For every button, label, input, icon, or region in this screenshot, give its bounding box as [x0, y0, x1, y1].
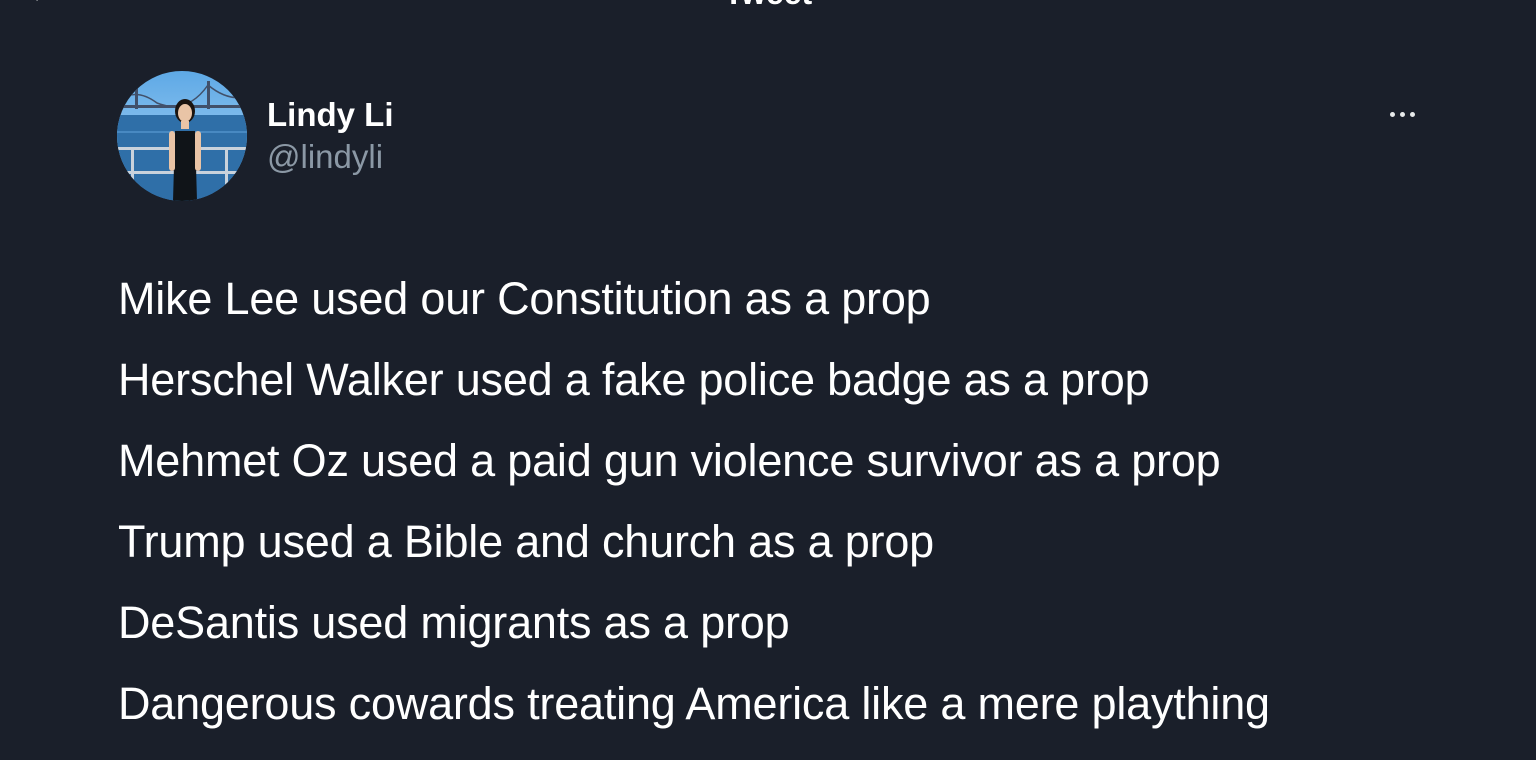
tweet-line: Mike Lee used our Constitution as a prop: [118, 273, 931, 324]
tweet-line: DeSantis used migrants as a prop: [118, 597, 790, 648]
avatar[interactable]: [117, 71, 247, 201]
author-info[interactable]: Lindy Li @lindyli: [267, 94, 394, 178]
tweet-line: Dangerous cowards treating America like …: [118, 678, 1270, 729]
tweet-line: Trump used a Bible and church as a prop: [118, 516, 934, 567]
tweet-text: Mike Lee used our Constitution as a prop…: [118, 258, 1498, 744]
tweet-line: Herschel Walker used a fake police badge…: [118, 354, 1150, 405]
author-handle[interactable]: @lindyli: [267, 136, 394, 178]
page-title: Tweet: [0, 0, 1536, 9]
tweet-line: Mehmet Oz used a paid gun violence survi…: [118, 435, 1221, 486]
profile-photo: [117, 71, 247, 201]
ellipsis-icon[interactable]: [1380, 98, 1424, 130]
tweet-page: ← Tweet: [0, 0, 1536, 760]
top-header: ← Tweet: [0, 0, 1536, 9]
author-display-name[interactable]: Lindy Li: [267, 94, 394, 136]
